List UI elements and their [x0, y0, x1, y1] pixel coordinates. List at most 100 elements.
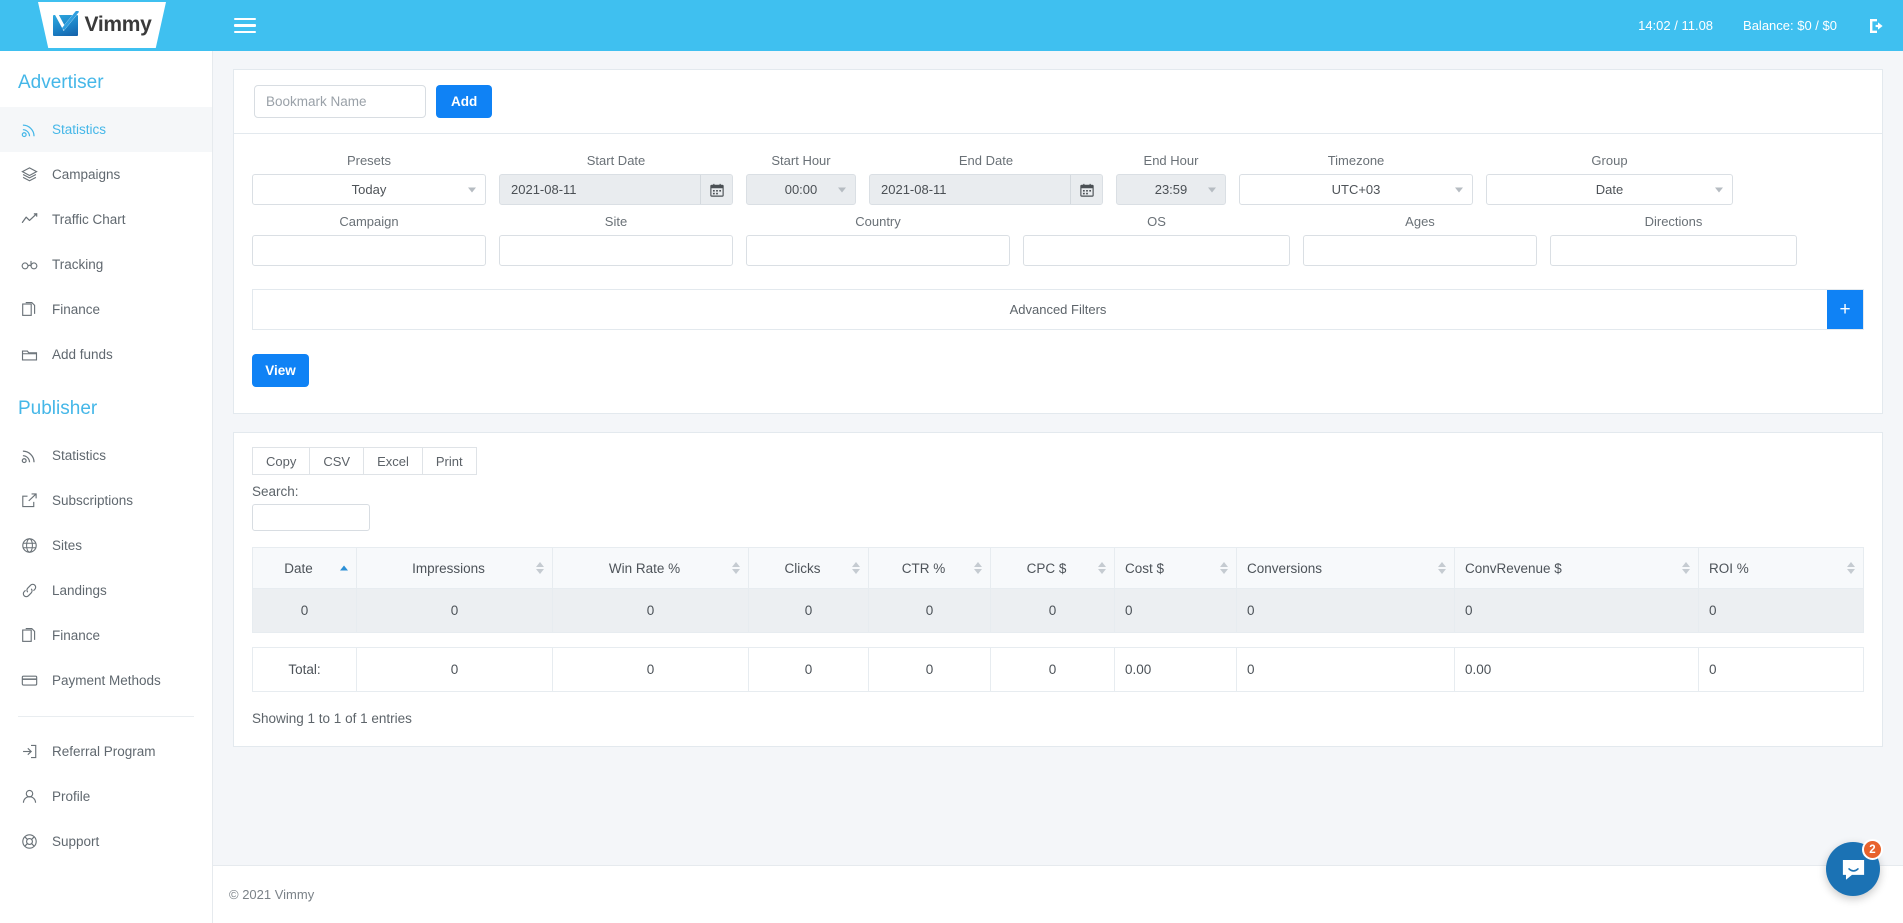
sidebar-item-referral-program[interactable]: Referral Program	[0, 729, 212, 774]
vimmy-logo-icon	[52, 11, 80, 37]
calendar-icon[interactable]	[700, 175, 732, 204]
cell-clicks: 0	[748, 588, 869, 633]
filter-presets: Presets Today	[252, 144, 486, 205]
sidebar-item-subscriptions[interactable]: Subscriptions	[0, 478, 212, 523]
sidebar-item-traffic-chart[interactable]: Traffic Chart	[0, 197, 212, 242]
total-label: Total:	[252, 647, 357, 692]
sidebar-item-sites[interactable]: Sites	[0, 523, 212, 568]
sidebar-item-tracking[interactable]: Tracking	[0, 242, 212, 287]
group-select[interactable]: Date	[1486, 174, 1733, 205]
timezone-value: UTC+03	[1331, 182, 1381, 197]
sidebar-item-label: Profile	[52, 789, 91, 804]
search-input[interactable]	[252, 504, 370, 531]
statistics-table-card: Copy CSV Excel Print Search: Date Impres…	[233, 432, 1883, 747]
globe-icon	[20, 536, 39, 555]
start-hour-select[interactable]: 00:00	[746, 174, 856, 205]
filter-end-date: End Date 2021-08-11	[869, 144, 1103, 205]
view-button[interactable]: View	[252, 354, 309, 387]
sidebar-item-label: Finance	[52, 628, 101, 643]
sidebar-item-support[interactable]: Support	[0, 819, 212, 864]
sidebar: Advertiser Statistics Campaigns Traffic …	[0, 51, 213, 923]
column-header-impressions[interactable]: Impressions	[356, 547, 553, 589]
brand-logo[interactable]: Vimmy	[38, 2, 166, 48]
cell-ctr: 0	[868, 588, 991, 633]
total-win-rate: 0	[552, 647, 749, 692]
sort-icon	[732, 562, 740, 574]
ages-input[interactable]	[1303, 235, 1537, 266]
user-icon	[20, 787, 39, 806]
total-roi: 0	[1698, 647, 1864, 692]
sidebar-item-publisher-finance[interactable]: Finance	[0, 613, 212, 658]
sidebar-item-label: Sites	[52, 538, 83, 553]
filter-os: OS	[1023, 205, 1290, 266]
link-icon	[20, 581, 39, 600]
timezone-select[interactable]: UTC+03	[1239, 174, 1473, 205]
filter-site: Site	[499, 205, 733, 266]
sort-icon	[536, 562, 544, 574]
filter-row-1: Presets Today Start Date 2021-08-11 Star…	[252, 144, 1864, 205]
sidebar-item-advertiser-statistics[interactable]: Statistics	[0, 107, 212, 152]
filter-label: End Hour	[1143, 153, 1199, 168]
chat-unread-badge: 2	[1862, 839, 1883, 860]
table-row[interactable]: 0 0 0 0 0 0 0 0 0 0	[252, 588, 1864, 633]
copy-button[interactable]: Copy	[252, 447, 311, 475]
sidebar-item-landings[interactable]: Landings	[0, 568, 212, 613]
sidebar-item-profile[interactable]: Profile	[0, 774, 212, 819]
end-date-field[interactable]: 2021-08-11	[869, 174, 1103, 205]
advanced-filters-bar[interactable]: Advanced Filters +	[252, 289, 1864, 330]
column-header-roi[interactable]: ROI %	[1698, 547, 1864, 589]
column-header-ctr[interactable]: CTR %	[868, 547, 991, 589]
logout-icon[interactable]	[1867, 16, 1887, 36]
filter-group: Group Date	[1486, 144, 1733, 205]
statistics-table: Date Impressions Win Rate % Clicks CTR %…	[252, 547, 1864, 633]
column-header-cpc[interactable]: CPC $	[990, 547, 1115, 589]
column-header-date[interactable]: Date	[252, 547, 357, 589]
column-header-cost[interactable]: Cost $	[1114, 547, 1237, 589]
sidebar-item-label: Tracking	[52, 257, 104, 272]
sidebar-item-campaigns[interactable]: Campaigns	[0, 152, 212, 197]
end-hour-select[interactable]: 23:59	[1116, 174, 1226, 205]
sidebar-item-publisher-statistics[interactable]: Statistics	[0, 433, 212, 478]
filter-label: Timezone	[1327, 153, 1385, 168]
excel-button[interactable]: Excel	[363, 447, 423, 475]
campaign-input[interactable]	[252, 235, 486, 266]
plus-icon[interactable]: +	[1827, 290, 1863, 329]
chat-bubble-icon	[1842, 859, 1864, 880]
end-date-value: 2021-08-11	[881, 182, 947, 197]
total-conversions: 0	[1236, 647, 1455, 692]
sidebar-item-payment-methods[interactable]: Payment Methods	[0, 658, 212, 703]
chat-launcher-button[interactable]: 2	[1826, 839, 1883, 896]
os-input[interactable]	[1023, 235, 1290, 266]
cell-impressions: 0	[356, 588, 553, 633]
sidebar-group-title-publisher: Publisher	[18, 398, 98, 419]
filter-label: Presets	[346, 153, 392, 168]
filter-end-hour: End Hour 23:59	[1116, 144, 1226, 205]
filter-label: Start Hour	[771, 153, 831, 168]
sidebar-item-advertiser-finance[interactable]: Finance	[0, 287, 212, 332]
country-input[interactable]	[746, 235, 1010, 266]
print-button[interactable]: Print	[421, 447, 477, 475]
sidebar-item-add-funds[interactable]: Add funds	[0, 332, 212, 377]
column-header-win-rate[interactable]: Win Rate %	[552, 547, 749, 589]
file-copy-icon	[20, 300, 39, 319]
sidebar-item-label: Referral Program	[52, 744, 156, 759]
sidebar-divider	[18, 716, 194, 717]
sidebar-item-label: Finance	[52, 302, 101, 317]
filter-label: Ages	[1405, 214, 1435, 229]
sidebar-item-label: Campaigns	[52, 167, 121, 182]
directions-input[interactable]	[1550, 235, 1797, 266]
column-header-clicks[interactable]: Clicks	[748, 547, 869, 589]
column-header-conversions[interactable]: Conversions	[1236, 547, 1455, 589]
bookmark-name-input[interactable]	[254, 85, 426, 118]
presets-select[interactable]: Today	[252, 174, 486, 205]
filter-row-2: Campaign Site Country OS Ages Directions	[252, 205, 1864, 266]
cell-cpc: 0	[990, 588, 1115, 633]
hamburger-icon[interactable]	[234, 16, 256, 36]
column-header-convrevenue[interactable]: ConvRevenue $	[1454, 547, 1699, 589]
calendar-icon[interactable]	[1070, 175, 1102, 204]
start-date-field[interactable]: 2021-08-11	[499, 174, 733, 205]
site-input[interactable]	[499, 235, 733, 266]
chevron-down-icon	[838, 187, 846, 192]
add-bookmark-button[interactable]: Add	[436, 85, 493, 118]
csv-button[interactable]: CSV	[309, 447, 365, 475]
